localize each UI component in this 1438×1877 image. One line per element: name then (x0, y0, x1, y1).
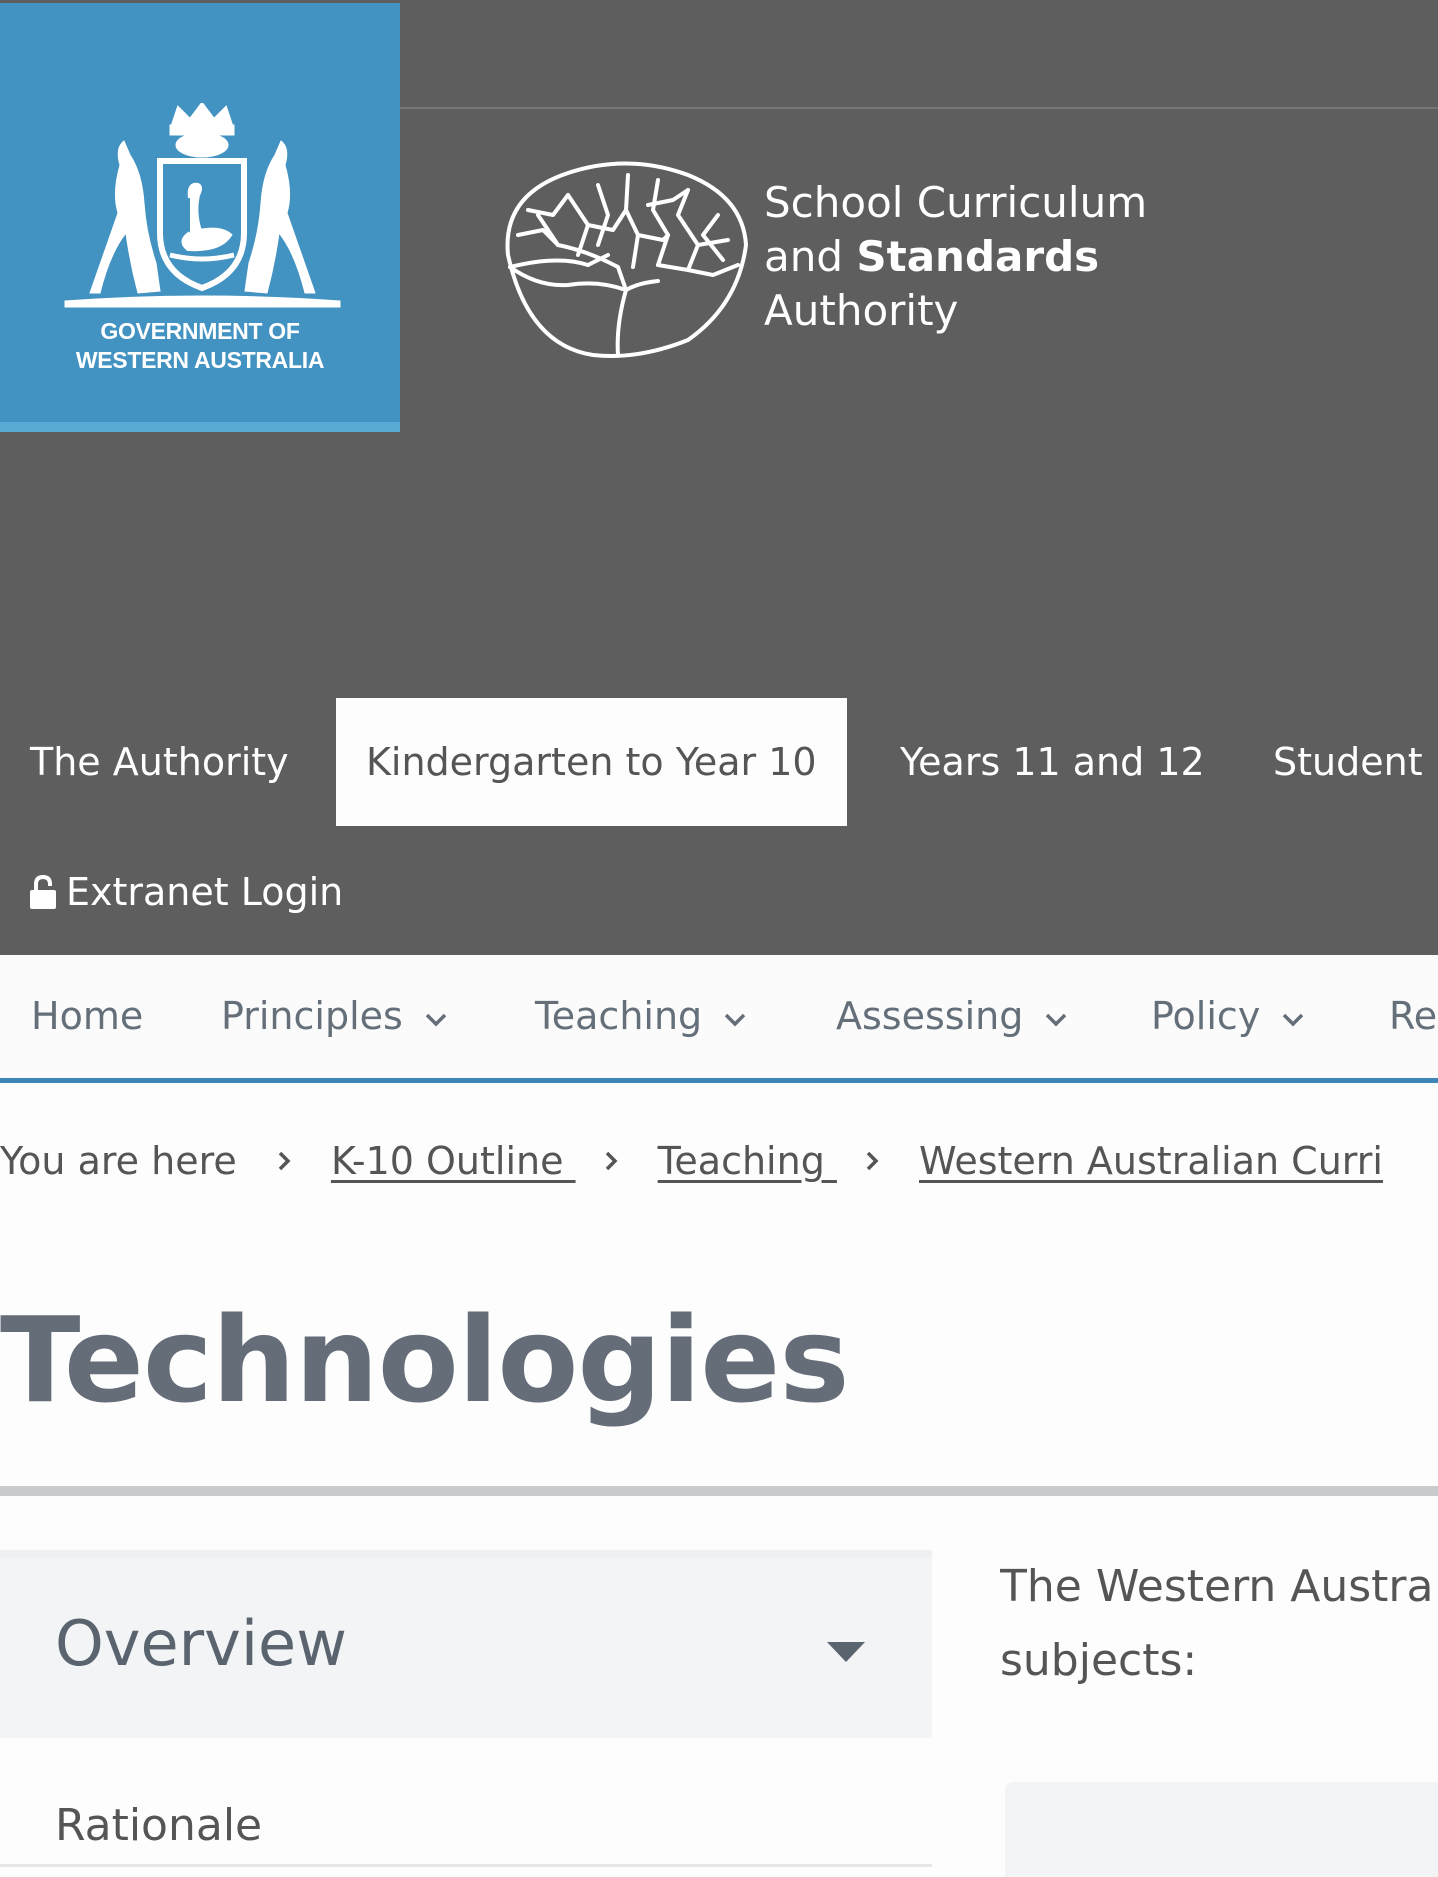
site-header: GOVERNMENT OF WESTERN AUSTRALIA School C… (0, 0, 1438, 955)
breadcrumb-link-k10-outline[interactable]: K-10 Outline (331, 1139, 576, 1183)
coat-of-arms-icon (64, 103, 341, 308)
chevron-right-icon (866, 1151, 879, 1171)
subject-card[interactable] (1005, 1782, 1438, 1877)
extranet-login-label: Extranet Login (66, 870, 344, 914)
subnav-item-principles[interactable]: Principles (221, 955, 447, 1078)
intro-paragraph: The Western Austra subjects: (1000, 1550, 1438, 1698)
nav-item-the-authority[interactable]: The Authority (30, 698, 289, 826)
gov-text-line2: WESTERN AUSTRALIA (75, 347, 325, 373)
government-of-wa-logo[interactable]: GOVERNMENT OF WESTERN AUSTRALIA (0, 3, 400, 432)
header-divider (400, 107, 1438, 109)
section-navigation: Home Principles Teaching Assessing Polic… (0, 955, 1438, 1083)
scsa-name[interactable]: School Curriculum and Standards Authorit… (764, 176, 1147, 338)
page-title: Technologies (0, 1291, 850, 1429)
chevron-right-icon (278, 1151, 291, 1171)
subnav-item-teaching[interactable]: Teaching (535, 955, 746, 1078)
scsa-name-line3: Authority (764, 286, 959, 335)
subnav-item-policy[interactable]: Policy (1151, 955, 1304, 1078)
sidebar-divider (0, 1864, 932, 1867)
subnav-item-home[interactable]: Home (31, 955, 143, 1078)
extranet-login-link[interactable]: Extranet Login (30, 866, 343, 918)
chevron-down-icon (1283, 1013, 1304, 1027)
gov-text-line1: GOVERNMENT OF (100, 318, 300, 344)
chevron-down-icon (724, 1013, 746, 1027)
breadcrumb: You are here K-10 Outline Teaching Weste… (0, 1133, 1383, 1189)
chevron-down-icon (425, 1013, 447, 1027)
subnav-item-assessing[interactable]: Assessing (836, 955, 1067, 1078)
nav-item-student[interactable]: Student (1273, 698, 1423, 826)
nav-item-kindergarten-to-year-10[interactable]: Kindergarten to Year 10 (336, 698, 847, 826)
chevron-right-icon (605, 1151, 618, 1171)
intro-line2: subjects: (1000, 1635, 1198, 1686)
title-divider (0, 1486, 1438, 1496)
intro-line1: The Western Austra (1000, 1561, 1434, 1612)
nav-item-years-11-and-12[interactable]: Years 11 and 12 (900, 698, 1205, 826)
scsa-name-line2: and Standards (764, 232, 1100, 281)
overview-label: Overview (55, 1607, 347, 1680)
scsa-name-line1: School Curriculum (764, 178, 1148, 227)
scsa-tree-logo-icon[interactable] (498, 155, 752, 360)
subnav-item-resources[interactable]: Re (1389, 955, 1437, 1078)
breadcrumb-link-western-australian-curriculum[interactable]: Western Australian Curri (919, 1139, 1383, 1183)
main-navigation: The Authority Kindergarten to Year 10 Ye… (0, 698, 1438, 826)
lock-open-icon (30, 874, 56, 909)
sidebar-item-rationale[interactable]: Rationale (55, 1796, 262, 1856)
breadcrumb-link-teaching[interactable]: Teaching (658, 1139, 837, 1183)
caret-down-icon (827, 1642, 865, 1662)
chevron-down-icon (1046, 1013, 1067, 1027)
breadcrumb-prefix: You are here (0, 1139, 237, 1183)
overview-accordion[interactable]: Overview (0, 1550, 932, 1738)
